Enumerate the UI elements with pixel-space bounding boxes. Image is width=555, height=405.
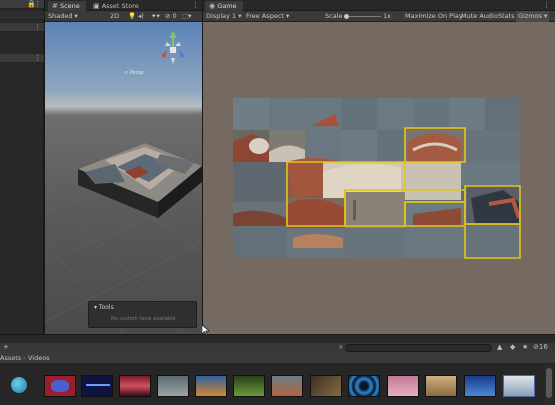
puzzle-tiles <box>233 98 521 258</box>
gizmos-dropdown[interactable]: Gizmos ▾ <box>516 11 550 22</box>
video-thumbnail[interactable] <box>503 375 535 397</box>
video-thumbnail[interactable] <box>464 375 496 397</box>
video-thumbnail[interactable] <box>387 375 419 397</box>
scale-label: Scale <box>325 12 343 20</box>
kebab-menu-icon[interactable]: ⋮ <box>192 2 199 9</box>
video-thumbnail[interactable] <box>119 375 151 397</box>
project-search-input[interactable] <box>345 344 492 352</box>
maximize-on-play-toggle[interactable]: Maximize On Play <box>405 11 463 22</box>
video-thumbnail[interactable] <box>233 375 265 397</box>
tools-overlay-title[interactable]: ▾ Tools <box>94 304 114 311</box>
hierarchy-toolbar <box>0 11 44 20</box>
video-thumbnail[interactable] <box>44 375 76 397</box>
tab-game[interactable]: ◉ Game <box>205 1 243 11</box>
hierarchy-row[interactable]: ⋮ <box>0 54 44 63</box>
breadcrumb-separator: › <box>23 354 26 362</box>
label-icon[interactable]: ◆ <box>510 344 515 351</box>
scene-panel: # Scene ▣ Asset Store ⋮ Shaded ▾ 2D 💡 ◂)… <box>45 0 202 334</box>
kebab-menu-icon[interactable]: ⋮ <box>543 2 550 9</box>
video-thumbnail[interactable] <box>425 375 457 397</box>
kebab-menu-icon[interactable]: ⋮ <box>34 0 41 8</box>
kebab-menu-icon[interactable]: ⋮ <box>34 54 41 62</box>
breadcrumb-assets[interactable]: Assets <box>0 353 21 363</box>
kebab-menu-icon[interactable]: ⋮ <box>34 23 41 31</box>
tools-overlay: ▾ Tools No custom tools available <box>88 301 197 328</box>
breadcrumb: Assets › Videos <box>0 353 555 363</box>
breadcrumb-videos[interactable]: Videos <box>28 353 50 363</box>
mouse-cursor-icon <box>202 325 210 335</box>
project-tab-strip <box>0 335 555 343</box>
scrollbar-thumb[interactable] <box>546 368 552 398</box>
hierarchy-row[interactable]: ⋮ <box>0 23 44 32</box>
game-toolbar: Display 1 ▾ Free Aspect ▾ Scale 1x Maxim… <box>203 11 555 22</box>
video-thumbnail[interactable] <box>271 375 303 397</box>
camera-icon[interactable]: ⬚▾ <box>182 11 191 22</box>
globe-icon[interactable] <box>11 377 27 393</box>
tab-scene[interactable]: # Scene <box>48 1 86 11</box>
scene-toolbar: Shaded ▾ 2D 💡 ◂) ✦▾ ⊘ 0 ⬚▾ <box>45 11 202 22</box>
shading-mode-dropdown[interactable]: Shaded ▾ <box>48 11 78 22</box>
hierarchy-panel: 🔒 ⋮ ⋮ ⋮ <box>0 0 44 334</box>
hidden-objects-icon[interactable]: ⊘ 0 <box>165 11 177 22</box>
game-panel: ◉ Game ⋮ Display 1 ▾ Free Aspect ▾ Scale… <box>203 0 555 334</box>
video-thumbnail[interactable] <box>348 375 380 397</box>
tools-overlay-message: No custom tools available <box>111 316 176 322</box>
gamepad-icon: ◉ <box>209 2 216 10</box>
stats-toggle[interactable]: Stats <box>498 11 515 22</box>
scale-slider-track[interactable] <box>344 16 381 17</box>
projection-label[interactable]: < Persp <box>124 70 144 76</box>
puzzle-board[interactable] <box>203 22 555 334</box>
game-tab-strip: ◉ Game ⋮ <box>203 0 555 11</box>
audio-icon[interactable]: ◂) <box>138 11 144 22</box>
video-thumbnail[interactable] <box>157 375 189 397</box>
aspect-dropdown[interactable]: Free Aspect ▾ <box>246 11 289 22</box>
video-thumbnail[interactable] <box>195 375 227 397</box>
orientation-gizmo[interactable] <box>153 30 193 70</box>
video-thumbnail[interactable] <box>310 375 342 397</box>
bag-icon: ▣ <box>93 2 100 10</box>
effects-icon[interactable]: ✦▾ <box>151 11 160 22</box>
video-thumbnail[interactable] <box>81 375 113 397</box>
grid-icon: # <box>52 2 58 10</box>
scene-tab-strip: # Scene ▣ Asset Store ⋮ <box>45 0 202 11</box>
add-icon[interactable]: + <box>3 344 9 351</box>
display-dropdown[interactable]: Display 1 ▾ <box>206 11 242 22</box>
favorite-icon[interactable]: ★ <box>522 344 528 351</box>
search-icon[interactable]: ⌕ <box>339 344 343 351</box>
filter-type-icon[interactable]: ▲ <box>497 344 502 351</box>
2d-toggle[interactable]: 2D <box>110 11 119 22</box>
game-viewport[interactable] <box>203 22 555 334</box>
lighting-icon[interactable]: 💡 <box>128 11 136 22</box>
scale-slider-thumb[interactable] <box>344 14 349 19</box>
hidden-packages-icon[interactable]: ⊘16 <box>533 344 548 351</box>
scale-value: 1x <box>383 12 391 20</box>
hierarchy-header: 🔒 ⋮ <box>0 0 44 9</box>
project-scrollbar[interactable] <box>545 365 553 405</box>
mute-audio-toggle[interactable]: Mute Audio <box>461 11 498 22</box>
tab-asset-store[interactable]: ▣ Asset Store <box>89 1 145 11</box>
